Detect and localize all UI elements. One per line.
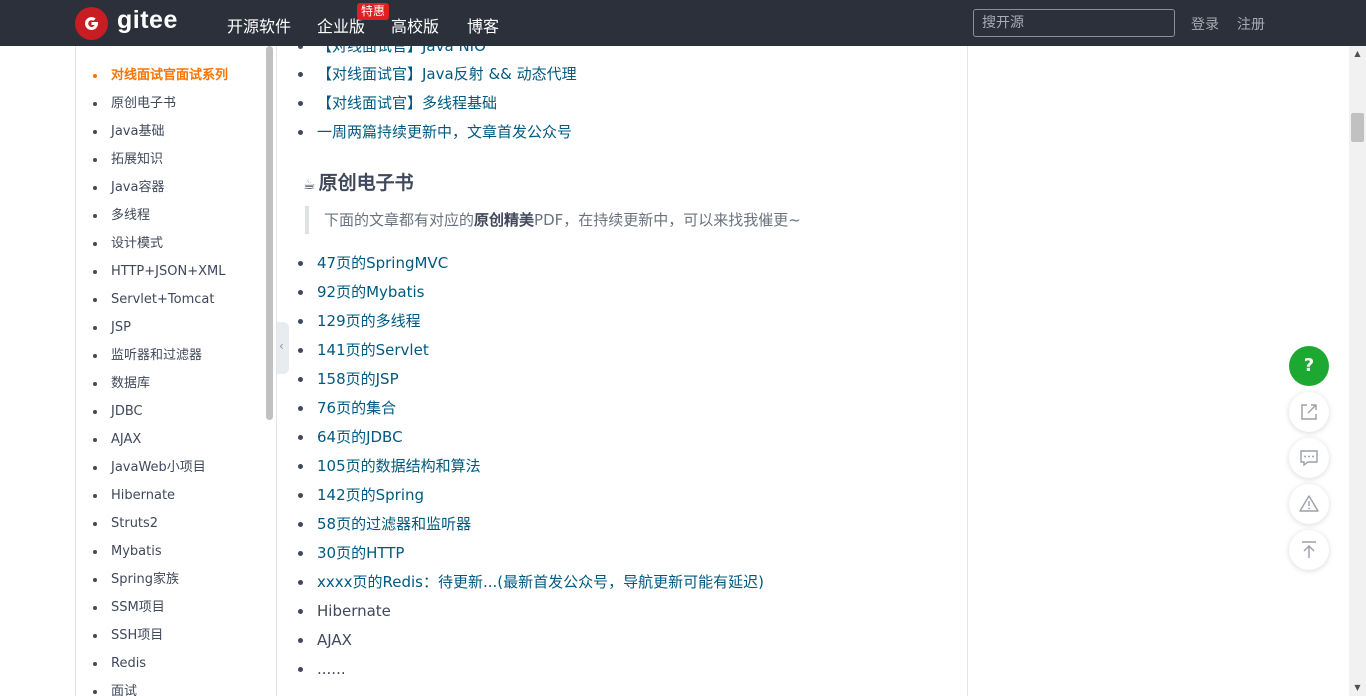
- share-button[interactable]: [1289, 392, 1329, 432]
- comment-icon: [1300, 450, 1318, 467]
- ebook-link[interactable]: 141页的Servlet: [317, 341, 429, 359]
- sidebar-item-ssh-project[interactable]: SSH项目: [76, 622, 266, 650]
- register-link[interactable]: 注册: [1237, 14, 1265, 34]
- list-item[interactable]: 30页的HTTP: [297, 541, 404, 565]
- quote-text-bold: 原创精美: [474, 211, 535, 229]
- sidebar-item-javaweb-projects[interactable]: JavaWeb小项目: [76, 454, 266, 482]
- nav-open-source[interactable]: 开源软件: [227, 13, 291, 37]
- article-link[interactable]: 【对线面试官】Java NIO: [317, 46, 486, 55]
- sidebar-item-interview[interactable]: 面试: [76, 678, 266, 696]
- ebook-link[interactable]: 58页的过滤器和监听器: [317, 515, 471, 533]
- list-item[interactable]: 58页的过滤器和监听器: [297, 512, 471, 536]
- list-item[interactable]: 105页的数据结构和算法: [298, 454, 481, 478]
- sidebar-item-mybatis[interactable]: Mybatis: [76, 538, 266, 566]
- blockquote: 下面的文章都有对应的原创精美PDF，在持续更新中，可以来找我催更~: [305, 206, 801, 234]
- gitee-logo-icon[interactable]: [75, 7, 108, 40]
- sidebar-item-listeners-filters[interactable]: 监听器和过滤器: [76, 342, 266, 370]
- nav-education[interactable]: 高校版: [391, 13, 439, 37]
- sidebar-item-jsp[interactable]: JSP: [76, 314, 266, 342]
- ebook-text: AJAX: [317, 631, 352, 649]
- section-heading: ☕ 原创电子书: [303, 168, 414, 195]
- list-item: AJAX: [298, 628, 352, 652]
- sidebar-toc: 对线面试官面试系列 原创电子书 Java基础 拓展知识 Java容器 多线程 设…: [76, 46, 266, 696]
- list-item[interactable]: 92页的Mybatis: [297, 280, 424, 304]
- list-item: Hibernate: [298, 599, 391, 623]
- content-right-border: [967, 46, 968, 696]
- section-heading-text: 原创电子书: [318, 172, 414, 194]
- list-item[interactable]: 76页的集合: [297, 396, 396, 420]
- list-item[interactable]: 一周两篇持续更新中，文章首发公众号: [297, 120, 572, 144]
- list-item[interactable]: xxxx页的Redis：待更新...(最新首发公众号，导航更新可能有延迟): [298, 570, 764, 594]
- ebook-link[interactable]: 105页的数据结构和算法: [317, 457, 481, 475]
- ebook-link[interactable]: 64页的JDBC: [317, 428, 403, 446]
- report-button[interactable]: [1289, 484, 1329, 524]
- ebook-link[interactable]: 129页的多线程: [317, 312, 421, 330]
- ebook-link[interactable]: 76页的集合: [317, 399, 396, 417]
- promo-badge: 特惠: [357, 3, 390, 20]
- sidebar-item-struts2[interactable]: Struts2: [76, 510, 266, 538]
- top-navbar: gitee 开源软件 企业版 特惠 高校版 博客 登录 注册: [0, 0, 1366, 46]
- sidebar-item-extended-knowledge[interactable]: 拓展知识: [76, 146, 266, 174]
- article-link[interactable]: 【对线面试官】Java反射 && 动态代理: [317, 65, 577, 83]
- question-mark-icon: ?: [1303, 355, 1315, 376]
- article-link[interactable]: 【对线面试官】多线程基础: [317, 94, 497, 112]
- list-item: ......: [298, 657, 346, 681]
- login-link[interactable]: 登录: [1191, 14, 1219, 34]
- ebook-link[interactable]: 30页的HTTP: [317, 544, 404, 562]
- quote-text-post: PDF，在持续更新中，可以来找我催更~: [534, 211, 801, 229]
- ebook-link[interactable]: 142页的Spring: [317, 486, 424, 504]
- arrow-up-icon: [1302, 541, 1316, 558]
- warning-icon: [1299, 495, 1319, 512]
- list-item[interactable]: 129页的多线程: [298, 309, 421, 333]
- coffee-cup-icon: ☕: [303, 177, 316, 193]
- article-link[interactable]: 一周两篇持续更新中，文章首发公众号: [317, 123, 572, 141]
- ebook-link[interactable]: 47页的SpringMVC: [317, 254, 448, 272]
- sidebar-item-database[interactable]: 数据库: [76, 370, 266, 398]
- ebook-text: ......: [317, 660, 346, 678]
- sidebar-item-interview-series[interactable]: 对线面试官面试系列: [76, 62, 266, 90]
- list-item[interactable]: 158页的JSP: [298, 367, 399, 391]
- page-scrollbar-thumb[interactable]: [1351, 113, 1364, 142]
- sidebar-item-ajax[interactable]: AJAX: [76, 426, 266, 454]
- sidebar-item-servlet-tomcat[interactable]: Servlet+Tomcat: [76, 286, 266, 314]
- ebook-link[interactable]: 158页的JSP: [317, 370, 399, 388]
- sidebar-item-redis[interactable]: Redis: [76, 650, 266, 678]
- list-item[interactable]: 142页的Spring: [297, 483, 424, 507]
- scroll-up-arrow-icon[interactable]: ▲: [1349, 47, 1366, 61]
- sidebar-item-jdbc[interactable]: JDBC: [76, 398, 266, 426]
- back-to-top-button[interactable]: [1289, 530, 1329, 570]
- ebook-text: Hibernate: [317, 602, 391, 620]
- sidebar-item-spring-family[interactable]: Spring家族: [76, 566, 266, 594]
- sidebar-scrollbar[interactable]: [266, 46, 273, 420]
- list-item[interactable]: 47页的SpringMVC: [297, 251, 448, 275]
- share-icon: [1301, 404, 1317, 420]
- sidebar-item-ebooks[interactable]: 原创电子书: [76, 90, 266, 118]
- quote-text-pre: 下面的文章都有对应的: [324, 211, 475, 229]
- page-scrollbar-track[interactable]: [1349, 46, 1366, 696]
- scroll-down-arrow-icon[interactable]: ▼: [1349, 681, 1366, 695]
- comment-button[interactable]: [1289, 438, 1329, 478]
- article-content: 【对线面试官】Java NIO 【对线面试官】Java反射 && 动态代理 【对…: [277, 46, 967, 696]
- sidebar-item-hibernate[interactable]: Hibernate: [76, 482, 266, 510]
- list-item[interactable]: 【对线面试官】Java反射 && 动态代理: [298, 62, 577, 86]
- sidebar-item-design-patterns[interactable]: 设计模式: [76, 230, 266, 258]
- ebook-link[interactable]: 92页的Mybatis: [317, 283, 424, 301]
- list-item[interactable]: 【对线面试官】Java NIO: [298, 46, 486, 58]
- help-button[interactable]: ?: [1289, 346, 1329, 386]
- gitee-logo-glyph: [85, 17, 98, 30]
- list-item[interactable]: 141页的Servlet: [298, 338, 429, 362]
- sidebar-item-multithreading[interactable]: 多线程: [76, 202, 266, 230]
- sidebar-item-ssm-project[interactable]: SSM项目: [76, 594, 266, 622]
- ebook-link[interactable]: xxxx页的Redis：待更新...(最新首发公众号，导航更新可能有延迟): [317, 573, 764, 591]
- sidebar-item-java-basics[interactable]: Java基础: [76, 118, 266, 146]
- sidebar-item-http-json-xml[interactable]: HTTP+JSON+XML: [76, 258, 266, 286]
- nav-blog[interactable]: 博客: [467, 13, 499, 37]
- sidebar-item-java-containers[interactable]: Java容器: [76, 174, 266, 202]
- list-item[interactable]: 【对线面试官】多线程基础: [297, 91, 497, 115]
- list-item[interactable]: 64页的JDBC: [298, 425, 403, 449]
- search-input[interactable]: [973, 9, 1175, 37]
- logo-text[interactable]: gitee: [117, 6, 178, 35]
